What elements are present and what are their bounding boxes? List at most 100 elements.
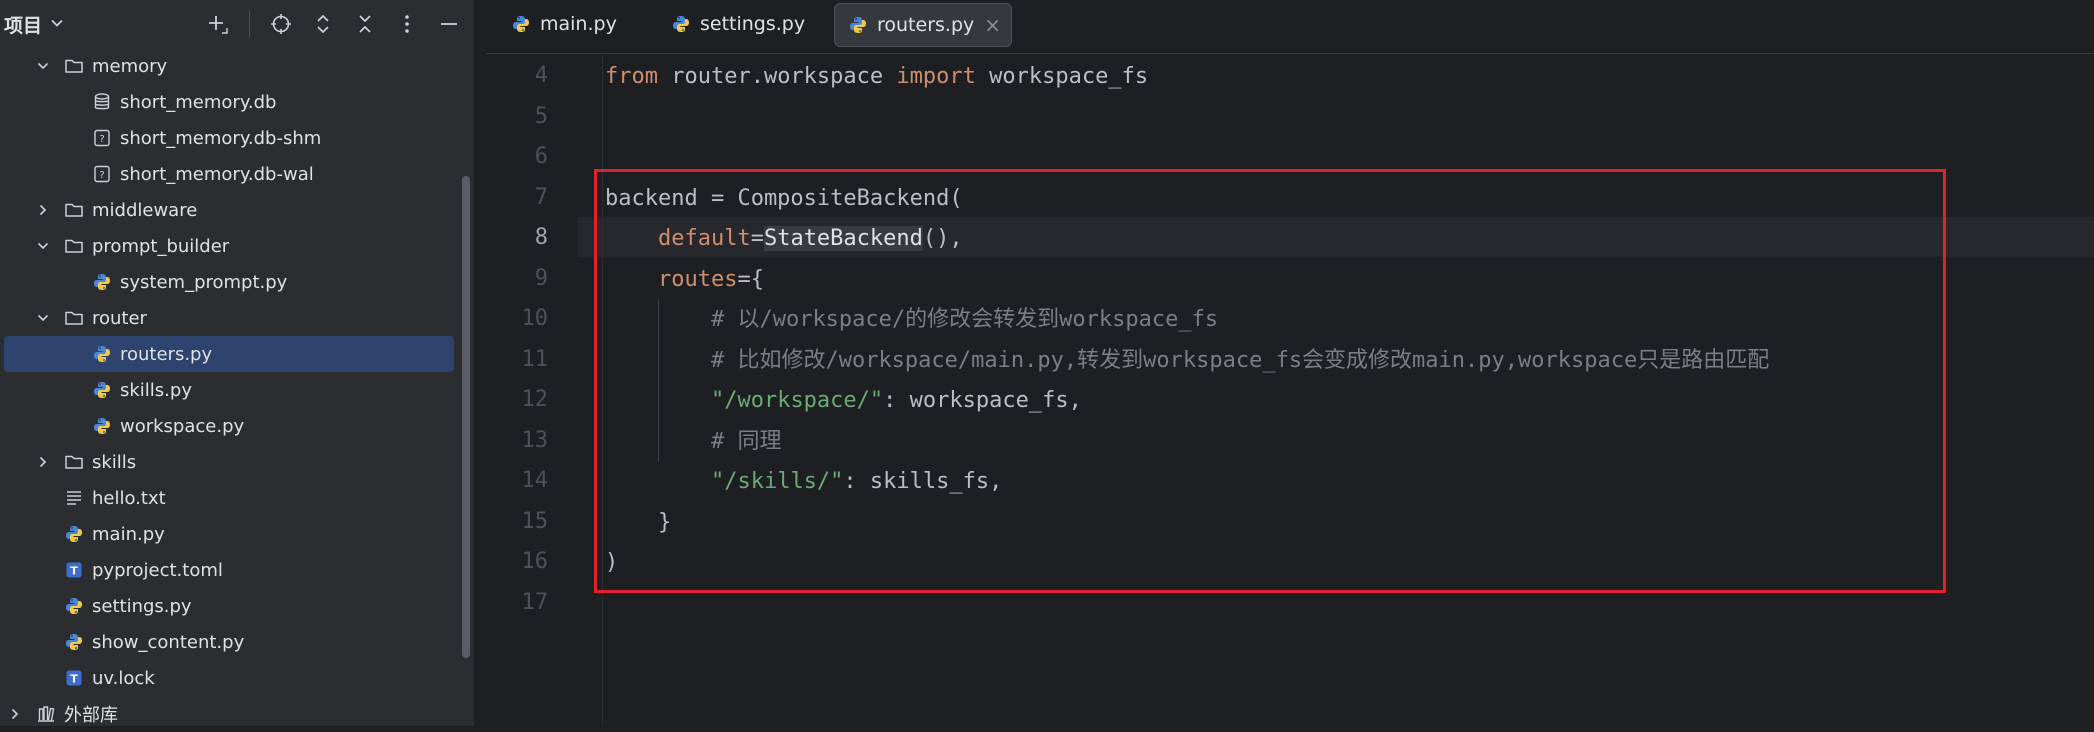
folder-icon <box>64 308 84 328</box>
code-token: routes <box>657 266 738 292</box>
tree-item-label: short_memory.db-shm <box>120 127 322 149</box>
chevron-down-icon[interactable] <box>36 59 50 73</box>
code-token: import <box>896 64 976 89</box>
python-file-icon <box>64 596 84 616</box>
tree-item-label: pyproject.toml <box>92 559 223 581</box>
code-line: ) <box>605 543 618 583</box>
folder-icon <box>64 200 84 220</box>
expand-all-icon[interactable] <box>312 13 334 35</box>
python-file-icon <box>64 632 84 652</box>
unknown-file-icon: ? <box>92 128 112 148</box>
tree-folder-item[interactable]: router <box>0 300 458 336</box>
tree-item-label: hello.txt <box>92 487 166 509</box>
code-editor: main.py settings.py routers.py × 4 5 6 7 8 9 10 11… <box>486 0 2094 726</box>
project-panel-header: 项目 <box>0 0 474 48</box>
python-file-icon <box>510 13 532 35</box>
tree-folder-item[interactable]: memory <box>0 48 458 84</box>
editor-tab[interactable]: main.py <box>500 3 627 45</box>
toolbar-separator <box>249 11 250 37</box>
code-line: } <box>605 503 671 543</box>
tree-item-label: settings.py <box>92 595 192 617</box>
code-line: # 同理 <box>605 422 782 462</box>
tree-file-item[interactable]: ? short_memory.db-shm <box>0 120 458 156</box>
tree-file-item[interactable]: Tpyproject.toml <box>0 552 458 588</box>
tree-item-label: skills <box>92 451 137 473</box>
tree-item-label: short_memory.db-wal <box>120 163 314 185</box>
line-number-gutter: 4 5 6 7 8 9 10 11 12 13 14 15 16 17 <box>486 54 578 726</box>
python-file-icon <box>64 524 84 544</box>
line-number: 11 <box>521 346 549 372</box>
library-icon <box>36 704 56 724</box>
tree-folder-item[interactable]: 外部库 <box>0 696 458 732</box>
tree-file-item[interactable]: routers.py <box>4 336 454 372</box>
more-options-icon[interactable] <box>396 13 418 35</box>
editor-tab[interactable]: settings.py <box>660 3 815 45</box>
editor-tab[interactable]: routers.py × <box>834 3 1013 47</box>
collapse-all-icon[interactable] <box>354 13 376 35</box>
tree-file-item[interactable]: workspace.py <box>0 408 458 444</box>
python-file-icon <box>847 14 869 36</box>
tree-file-item[interactable]: main.py <box>0 516 458 552</box>
chevron-down-icon[interactable] <box>36 239 50 253</box>
tree-file-item[interactable]: Tuv.lock <box>0 660 458 696</box>
folder-icon <box>64 56 84 76</box>
tree-item-label: prompt_builder <box>92 235 230 257</box>
minimize-icon[interactable] <box>438 13 460 35</box>
tree-file-item[interactable]: show_content.py <box>0 624 458 660</box>
chevron-right-icon[interactable] <box>8 707 22 721</box>
python-file-icon <box>670 13 692 35</box>
new-file-icon[interactable] <box>207 13 229 35</box>
tree-folder-item[interactable]: middleware <box>0 192 458 228</box>
tree-item-label: middleware <box>92 199 198 221</box>
tree-file-item[interactable]: settings.py <box>0 588 458 624</box>
toml-file-icon: T <box>64 560 84 580</box>
code-token: StateBackend <box>763 226 923 251</box>
project-view-selector[interactable]: 项目 <box>4 11 64 38</box>
code-token: ={ <box>737 266 764 292</box>
tree-item-label: 外部库 <box>64 705 118 726</box>
tree-item-label: routers.py <box>120 343 213 365</box>
python-file-icon <box>92 344 112 364</box>
code-token: # 比如修改/workspace/main.py,转发到workspace_fs… <box>710 347 1770 373</box>
project-panel: 项目 memory short_memory.db ? short_memory… <box>0 0 475 726</box>
locate-file-icon[interactable] <box>270 13 292 35</box>
chevron-down-icon[interactable] <box>36 311 50 325</box>
line-number: 16 <box>521 549 549 574</box>
line-number: 12 <box>521 387 549 412</box>
tree-file-item[interactable]: ? short_memory.db-wal <box>0 156 458 192</box>
tree-folder-item[interactable]: skills <box>0 444 458 480</box>
line-number: 4 <box>534 63 548 88</box>
tree-item-label: workspace.py <box>120 415 245 437</box>
close-icon[interactable]: × <box>984 13 1001 37</box>
code-line: default=StateBackend(), <box>605 219 963 259</box>
code-token: : skills_fs, <box>843 469 1003 494</box>
editor-tab-bar: main.py settings.py routers.py × <box>486 0 2094 54</box>
tree-file-item[interactable]: system_prompt.py <box>0 264 458 300</box>
code-token: "/workspace/" <box>710 388 884 413</box>
code-token: from <box>605 64 658 89</box>
tab-label: settings.py <box>700 13 806 35</box>
chevron-right-icon[interactable] <box>36 455 50 469</box>
code-line: # 以/workspace/的修改会转发到workspace_fs <box>605 300 1218 340</box>
tab-label: routers.py <box>877 14 975 36</box>
code-token: : workspace_fs, <box>883 388 1082 413</box>
line-number: 13 <box>521 427 549 453</box>
line-number: 8 <box>534 225 548 250</box>
tree-file-item[interactable]: hello.txt <box>0 480 458 516</box>
tree-folder-item[interactable]: prompt_builder <box>0 228 458 264</box>
tree-file-item[interactable]: skills.py <box>0 372 458 408</box>
tree-item-label: system_prompt.py <box>120 271 288 293</box>
code-token: # 以/workspace/的修改会转发到workspace_fs <box>710 307 1219 332</box>
text-file-icon <box>64 488 84 508</box>
code-line: # 比如修改/workspace/main.py,转发到workspace_fs… <box>605 341 1769 381</box>
line-number: 5 <box>534 103 548 129</box>
code-token: backend = CompositeBackend( <box>605 185 963 211</box>
project-tree-scrollbar[interactable] <box>462 176 470 658</box>
tree-item-label: short_memory.db <box>120 91 277 113</box>
svg-text:?: ? <box>99 134 104 145</box>
tab-label: main.py <box>540 13 617 35</box>
code-line: "/skills/": skills_fs, <box>605 462 1002 502</box>
chevron-right-icon[interactable] <box>36 203 50 217</box>
tree-file-item[interactable]: short_memory.db <box>0 84 458 120</box>
